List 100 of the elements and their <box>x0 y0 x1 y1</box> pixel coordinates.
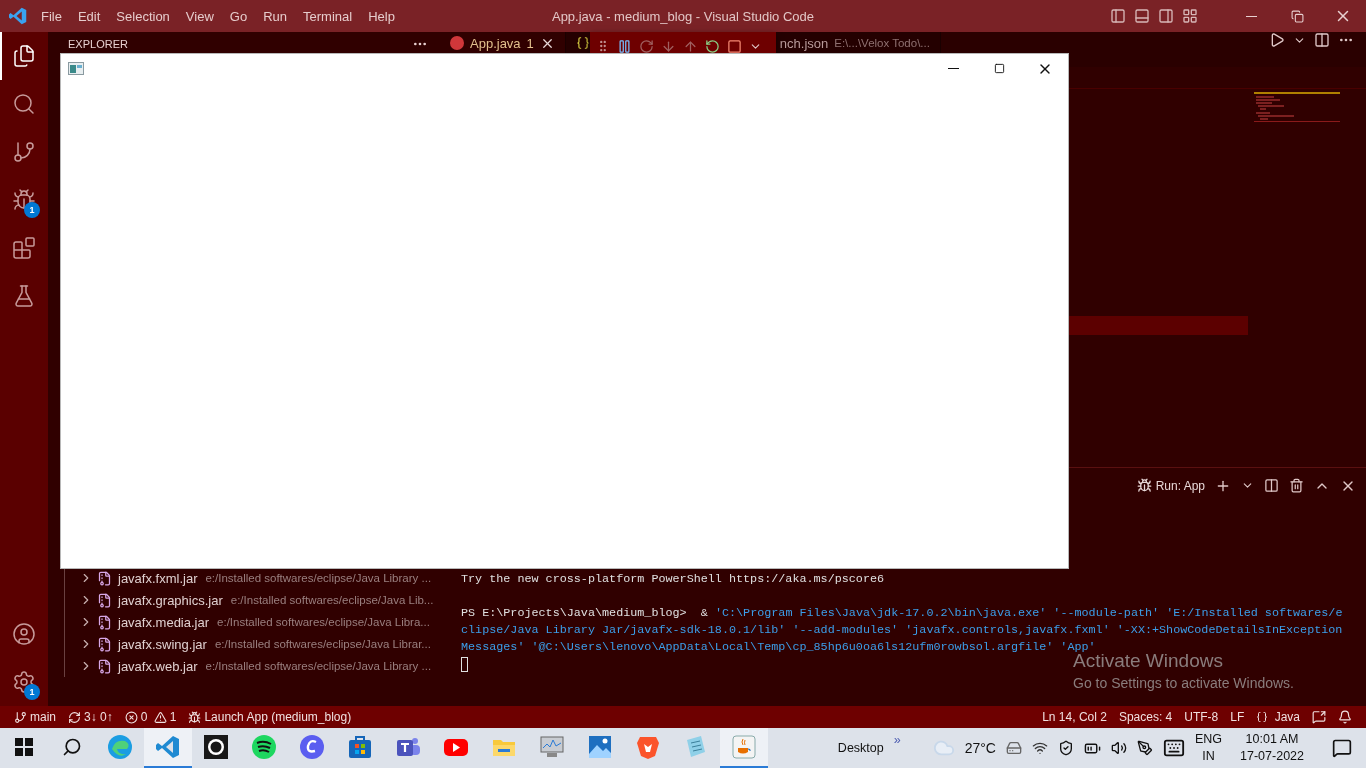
status-item[interactable]: main <box>8 710 62 724</box>
lion-shield-icon[interactable] <box>635 734 661 760</box>
restart-icon[interactable] <box>705 38 720 54</box>
restore-icon <box>1290 9 1304 23</box>
step-out-icon[interactable] <box>683 38 698 54</box>
status-item[interactable]: LF <box>1224 710 1251 724</box>
search-icon <box>12 92 36 116</box>
toggle-secondary-sidebar-icon[interactable] <box>1158 8 1174 24</box>
archive-file-icon <box>97 636 112 652</box>
account-icon <box>12 622 36 646</box>
menu-item[interactable]: Terminal <box>295 8 361 24</box>
status-item[interactable]: Spaces: 4 <box>1112 710 1179 724</box>
menu-item[interactable]: View <box>177 8 222 24</box>
bug-icon <box>12 188 36 212</box>
bug-icon <box>1136 478 1152 493</box>
flask-icon <box>12 284 36 308</box>
sidebar-title: EXPLORER <box>68 38 128 50</box>
terminal-command: PS E:\Projects\Java\medium_blog> & 'C:\Program Files\Java\jdk-17.0.2\bin\java.exe' '--module-path' 'E:/Installed softwares/eclipse/Java Library Jar/javafx-sdk-18.0.1/lib' '--add-modules' 'javafx.controls,javafx.fxml' '-XX:+ShowCodeDetailsInExceptionMessages' '@C:\Users\lenovo\AppData\Local\Temp\cp_85hp6u0oa6ls12ufm0rowbsol.argfile' 'App' <box>461 605 1344 654</box>
volume-icon[interactable] <box>1110 740 1127 756</box>
file-path: e:/Installed softwares/eclipse/Java Libra... <box>217 616 430 628</box>
clock-time[interactable]: 10:01 AM <box>1245 731 1299 748</box>
archive-file-icon <box>97 570 112 586</box>
status-item[interactable]: Ln 14, Col 2 <box>1036 710 1113 724</box>
c-circle-icon[interactable] <box>299 734 325 760</box>
clock-date[interactable]: 17-07-2022 <box>1240 748 1304 765</box>
shopping-bag-icon[interactable] <box>347 734 373 760</box>
archive-file-icon <box>97 658 112 674</box>
pause-icon[interactable] <box>617 38 632 54</box>
warning-icon <box>153 710 167 724</box>
monitor-chart-icon[interactable] <box>539 734 565 760</box>
split-terminal-icon[interactable] <box>1264 478 1279 493</box>
braces-icon <box>575 36 590 50</box>
minimize-icon <box>1245 15 1257 17</box>
status-item[interactable]: 3↓ 0↑ <box>62 710 119 724</box>
editor-tab[interactable]: App.java 1 <box>440 32 566 53</box>
stop-icon[interactable] <box>727 38 742 54</box>
blocks-icon <box>12 236 36 260</box>
menu-item[interactable]: Run <box>255 8 295 24</box>
sync-icon <box>68 710 81 724</box>
menu-item[interactable]: Help <box>360 8 403 24</box>
trash-icon[interactable] <box>1289 478 1304 493</box>
temperature[interactable]: 27°C <box>964 740 996 756</box>
window-title: App.java - medium_blog - Visual Studio Code <box>551 8 815 24</box>
expand-toolbar[interactable]: » <box>893 733 901 747</box>
maximize-icon <box>993 63 1005 74</box>
step-over-icon[interactable] <box>639 38 654 54</box>
windows-icon <box>15 738 33 756</box>
window-app-icon <box>68 62 84 75</box>
java-file-icon <box>450 36 464 50</box>
toggle-panel-icon[interactable] <box>1134 8 1150 24</box>
activation-text: Go to Settings to activate Windows. <box>1073 675 1294 691</box>
drive-icon[interactable] <box>1005 740 1022 756</box>
shield-icon[interactable] <box>1057 740 1074 756</box>
file-name[interactable]: javafx.graphics.jar <box>118 592 223 608</box>
status-item[interactable]: 0 1 <box>118 710 183 724</box>
split-editor-icon[interactable] <box>1314 32 1330 48</box>
run-icon[interactable] <box>1269 32 1285 48</box>
bell-icon[interactable] <box>1338 710 1352 724</box>
status-item[interactable]: Java <box>1250 710 1306 724</box>
bug-icon <box>188 710 202 724</box>
file-name[interactable]: javafx.web.jar <box>118 658 198 674</box>
notifications-icon[interactable] <box>1332 738 1352 758</box>
file-path: e:/Installed softwares/eclipse/Java Lib... <box>230 594 434 606</box>
minimize-icon <box>947 68 959 69</box>
pen-icon[interactable] <box>1136 740 1153 756</box>
archive-file-icon <box>97 592 112 608</box>
file-name[interactable]: javafx.swing.jar <box>118 636 207 652</box>
input-language[interactable]: ENG <box>1194 731 1223 748</box>
branch-icon <box>14 710 27 724</box>
search-icon <box>62 737 82 757</box>
error-icon <box>124 710 138 724</box>
run-debug-tab[interactable]: 1 <box>0 176 46 224</box>
menu-item[interactable]: Selection <box>108 8 178 24</box>
status-item[interactable]: UTF-8 <box>1178 710 1225 724</box>
wifi-icon[interactable] <box>1031 740 1048 756</box>
status-item[interactable]: Launch App (medium_blog) <box>182 710 358 724</box>
menu-item[interactable]: Go <box>221 8 256 24</box>
menu-item[interactable]: File <box>33 8 70 24</box>
file-name[interactable]: javafx.media.jar <box>118 614 210 630</box>
coffee-cup-icon[interactable] <box>731 734 757 760</box>
run-config-tab[interactable]: Run: App <box>1136 478 1205 493</box>
file-path: e:/Installed softwares/eclipse/Java Library ... <box>205 660 432 672</box>
customize-layout-icon[interactable] <box>1182 8 1198 24</box>
toolbar-label[interactable]: Desktop <box>837 741 884 755</box>
landscape-icon[interactable] <box>587 734 613 760</box>
menu-item[interactable]: Edit <box>69 8 109 24</box>
manage-tab[interactable]: 1 <box>0 658 46 706</box>
file-name[interactable]: javafx.fxml.jar <box>118 570 198 586</box>
input-region[interactable]: IN <box>1202 748 1215 765</box>
terminal-text: Try the new cross-platform PowerShell https://aka.ms/pscore6 <box>461 571 886 588</box>
step-into-icon[interactable] <box>661 38 676 54</box>
app-logo-icon <box>9 7 27 25</box>
keyboard-icon[interactable] <box>1162 737 1185 759</box>
notification-badge: 1 <box>24 684 40 700</box>
ribbon-app-icon[interactable] <box>155 734 181 760</box>
settings-icon <box>12 670 36 694</box>
braces-icon <box>1256 711 1269 723</box>
toggle-sidebar-icon[interactable] <box>1110 8 1126 24</box>
feedback-icon[interactable] <box>1312 710 1326 724</box>
sound-waves-icon[interactable] <box>251 734 277 760</box>
